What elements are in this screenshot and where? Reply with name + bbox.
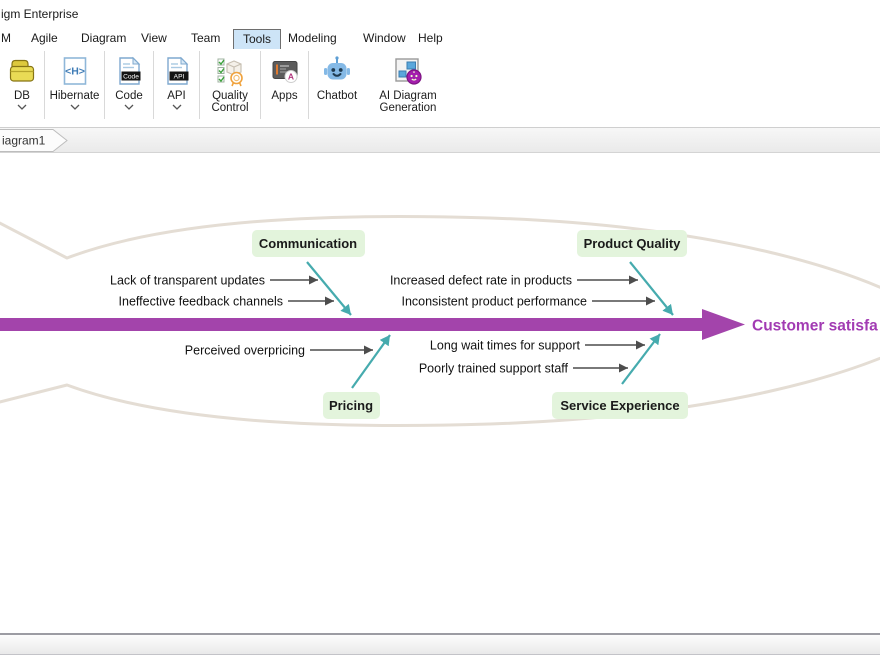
cause-label[interactable]: Perceived overpricing	[185, 344, 305, 358]
chevron-down-icon[interactable]	[171, 104, 183, 110]
hibernate-icon: <H>	[59, 55, 91, 87]
db-icon	[6, 55, 38, 87]
category-label-pricing[interactable]: Pricing	[329, 398, 373, 413]
hibernate-button[interactable]: <H> Hibernate	[45, 49, 104, 127]
svg-text:A: A	[287, 72, 293, 82]
chevron-down-icon[interactable]	[16, 104, 28, 110]
diagram-tab-bar: iagram1	[0, 128, 880, 153]
quality-control-button[interactable]: Quality Control	[200, 49, 260, 127]
window-title-bar: igm Enterprise	[0, 0, 880, 28]
fishbone-spine[interactable]	[0, 309, 745, 340]
ai-diagram-generation-icon	[392, 55, 424, 87]
code-button[interactable]: Code Code	[105, 49, 153, 127]
menu-item-tools-active[interactable]: Tools	[233, 29, 281, 49]
bone-service-experience[interactable]	[622, 334, 660, 384]
api-file-icon: API	[161, 55, 193, 87]
api-button[interactable]: API API	[154, 49, 199, 127]
apps-button-label: Apps	[271, 90, 297, 102]
application-window: igm Enterprise M Agile Diagram View Team…	[0, 0, 880, 660]
apps-button[interactable]: A Apps	[261, 49, 308, 127]
chatbot-icon	[321, 55, 353, 87]
cause-label[interactable]: Increased defect rate in products	[390, 274, 572, 288]
bone-communication[interactable]	[307, 262, 351, 315]
chevron-down-icon[interactable]	[123, 104, 135, 110]
cause-label[interactable]: Ineffective feedback channels	[119, 295, 283, 309]
db-button[interactable]: DB	[0, 49, 44, 127]
effect-label[interactable]: Customer satisfa	[752, 318, 878, 335]
apps-icon: A	[269, 55, 301, 87]
cause-label[interactable]: Long wait times for support	[430, 339, 581, 353]
quality-control-button-label: Quality Control	[200, 90, 260, 114]
db-button-label: DB	[14, 90, 30, 102]
chatbot-button[interactable]: Chatbot	[309, 49, 365, 127]
cause-label[interactable]: Inconsistent product performance	[401, 295, 587, 309]
ai-diagram-generation-button-label: AI Diagram Generation	[365, 90, 451, 114]
fishbone-diagram: Customer satisfa Lack of transpare	[0, 153, 880, 633]
category-label-communication[interactable]: Communication	[259, 236, 357, 251]
menu-item-window[interactable]: Window	[363, 30, 406, 47]
tools-ribbon: DB <H> Hibernate Code	[0, 49, 880, 128]
cause-label[interactable]: Poorly trained support staff	[419, 362, 569, 376]
menu-item-modeling[interactable]: Modeling	[288, 30, 337, 47]
quality-control-icon	[214, 55, 246, 87]
menu-item-diagram[interactable]: Diagram	[81, 30, 126, 47]
menu-item-team[interactable]: Team	[191, 30, 220, 47]
svg-text:<H>: <H>	[65, 66, 85, 78]
code-file-icon: Code	[113, 55, 145, 87]
diagram-canvas[interactable]: Customer satisfa Lack of transpare	[0, 153, 880, 633]
bone-pricing[interactable]	[352, 335, 390, 388]
diagram-tab[interactable]: iagram1	[0, 128, 80, 153]
cause-label[interactable]: Lack of transparent updates	[110, 274, 265, 288]
chevron-down-icon[interactable]	[69, 104, 81, 110]
diagram-tab-label: iagram1	[2, 134, 46, 148]
category-label-product-quality[interactable]: Product Quality	[584, 236, 682, 251]
category-label-service-experience[interactable]: Service Experience	[560, 398, 679, 413]
code-button-label: Code	[115, 90, 143, 102]
chatbot-button-label: Chatbot	[317, 90, 357, 102]
svg-text:API: API	[173, 74, 184, 81]
api-button-label: API	[167, 90, 186, 102]
menu-item-agile[interactable]: Agile	[31, 30, 58, 47]
menu-item-help[interactable]: Help	[418, 30, 443, 47]
menu-item-m[interactable]: M	[1, 30, 11, 47]
window-title: igm Enterprise	[1, 7, 78, 21]
menu-bar: M Agile Diagram View Team Tools Modeling…	[0, 28, 880, 49]
menu-item-view[interactable]: View	[141, 30, 167, 47]
ai-diagram-generation-button[interactable]: AI Diagram Generation	[365, 49, 451, 127]
bone-product-quality[interactable]	[630, 262, 673, 315]
hibernate-button-label: Hibernate	[50, 90, 100, 102]
svg-text:Code: Code	[123, 74, 139, 81]
status-bar	[0, 635, 880, 655]
